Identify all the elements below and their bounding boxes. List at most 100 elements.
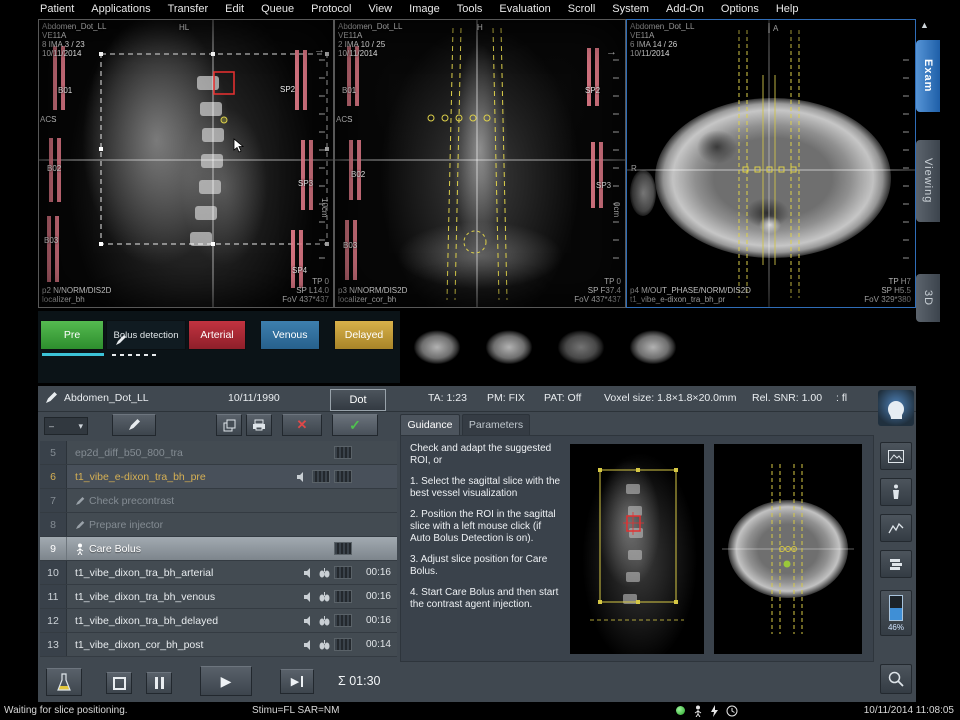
viewport-coronal[interactable]: Abdomen_Dot_LL VE11A 2 IMA 10 / 25 10/11… [334,19,626,308]
menu-scroll[interactable]: Scroll [568,3,596,15]
tab-parameters[interactable]: Parameters [462,414,530,435]
vp2-overlay-graphics [335,20,625,307]
phase-pre-button[interactable]: Pre [40,320,104,350]
cancel-step-button[interactable]: ✕ [282,414,322,436]
speaker-icon [304,640,315,650]
thumbnail-axial-2[interactable] [476,316,542,376]
tab-exam[interactable]: Exam [916,40,940,112]
thumbnail-axial-3[interactable] [548,316,614,376]
guidance-axial-image[interactable] [714,444,862,654]
image-display-button[interactable] [880,442,912,470]
row11-minibox-icon[interactable] [334,590,352,603]
tab-3d[interactable]: 3D [916,274,940,322]
pause-button[interactable] [146,672,172,694]
play-button[interactable]: ▶ [200,666,252,696]
edit-protocol-button[interactable] [112,414,156,436]
bolus-pencil-icon [114,333,128,347]
scroll-up-icon[interactable]: ▲ [920,20,929,30]
vp2-tp-label: TP 0 [604,277,621,286]
row6-minibox2-icon[interactable] [334,470,352,483]
head-icon [885,395,907,421]
body-position-button[interactable] [880,478,912,506]
dot-button[interactable]: Dot [330,389,386,411]
menu-options[interactable]: Options [721,3,759,15]
zoom-tool-button[interactable] [880,664,912,694]
queue-row-7[interactable]: 7 Check precontrast [40,489,397,513]
phase-delayed-button[interactable]: Delayed [334,320,394,350]
vp2-fov-label: FoV 437*437 [574,295,621,304]
vp1-processing-label: p2 N/NORM/DIS2D [42,286,111,295]
phase-arterial-button[interactable]: Arterial [188,320,246,350]
vp2-slice-label-b01: B01 [342,86,356,95]
queue-row-5[interactable]: 5 ep2d_diff_b50_800_tra [40,441,397,465]
row6-minibox-icon[interactable] [312,470,330,483]
vp3-sp-label: SP H5.5 [881,286,911,295]
head-coil-button[interactable] [878,390,914,426]
vp1-orientation-label: HL [179,23,189,32]
menu-view[interactable]: View [368,3,392,15]
apply-step-button[interactable]: ✓ [332,414,378,436]
queue-row-10[interactable]: 10 t1_vibe_dixon_tra_bh_arterial 00:16 [40,561,397,585]
row12-minibox-icon[interactable] [334,614,352,627]
stop-button[interactable] [106,672,132,694]
phase-venous-button[interactable]: Venous [260,320,320,350]
menu-protocol[interactable]: Protocol [311,3,351,15]
protocol-view-combo[interactable]: – ▾ [44,417,88,435]
guidance-intro: Check and adapt the suggested ROI, or [410,443,563,467]
vp2-pan-arrow-icon[interactable]: → [606,48,617,57]
menu-evaluation[interactable]: Evaluation [499,3,550,15]
patient-dob: 10/11/1990 [228,392,280,404]
menu-edit[interactable]: Edit [225,3,244,15]
tab-guidance[interactable]: Guidance [400,414,460,435]
vp1-pan-arrow-icon[interactable]: → [314,46,325,55]
rel-snr-value: Rel. SNR: 1.00 [752,392,822,404]
queue-row-12[interactable]: 12 t1_vibe_dixon_tra_bh_delayed 00:16 [40,609,397,633]
stack-icon [889,558,904,571]
queue-row-6[interactable]: 6 t1_vibe_e-dixon_tra_bh_pre [40,465,397,489]
thumbnail-axial-1[interactable] [404,316,470,376]
chevron-down-icon: ▾ [78,421,83,432]
thumbnail-axial-4[interactable] [620,316,686,376]
menu-image[interactable]: Image [409,3,440,15]
menu-tools[interactable]: Tools [457,3,483,15]
menu-queue[interactable]: Queue [261,3,294,15]
contrast-injection-button[interactable] [46,668,82,696]
vp3-date: 10/11/2014 [630,49,669,58]
vp1-slice-label-b01: B01 [58,86,72,95]
viewport-sagittal[interactable]: Abdomen_Dot_LL VE11A 8 IMA 3 / 23 10/11/… [38,19,334,308]
physio-chart-button[interactable] [880,514,912,542]
vp2-slice-label-b03: B03 [343,241,357,250]
row5-minibox-icon[interactable] [334,446,352,459]
skip-to-end-button[interactable]: ▶ [280,669,314,694]
queue-row-11[interactable]: 11 t1_vibe_dixon_tra_bh_venous 00:16 [40,585,397,609]
vp3-series-label: t1_vibe_e-dixon_tra_bh_pr [630,295,725,304]
menu-transfer[interactable]: Transfer [168,3,209,15]
menu-help[interactable]: Help [776,3,799,15]
vp1-series-label: localizer_bh [42,295,85,304]
guidance-sagittal-image[interactable] [570,444,704,654]
row10-minibox-icon[interactable] [334,566,352,579]
datetime-label: 10/11/2014 11:08:05 [864,705,954,716]
menu-applications[interactable]: Applications [91,3,150,15]
battery-percent: 46% [888,623,904,632]
vp1-slice-label-sp2: SP2 [280,85,295,94]
edit-exam-pencil-icon[interactable] [44,391,58,405]
series-stack-button[interactable] [880,550,912,578]
copy-button[interactable] [216,414,242,436]
menu-patient[interactable]: Patient [40,3,74,15]
queue-row-13[interactable]: 13 t1_vibe_dixon_cor_bh_post 00:14 [40,633,397,657]
vp2-patient-name: Abdomen_Dot_LL [338,22,403,31]
menu-addon[interactable]: Add-On [666,3,704,15]
queue-row-8[interactable]: 8 Prepare injector [40,513,397,537]
vp3-overlay-graphics [627,20,915,307]
tab-viewing[interactable]: Viewing [916,140,940,222]
viewport-axial[interactable]: Abdomen_Dot_LL VE11A 6 IMA 14 / 26 10/11… [626,19,916,308]
duplicate-button[interactable] [246,414,272,436]
pause-icon [155,677,164,689]
queue-row-9-care-bolus[interactable]: 9 Care Bolus [40,537,397,561]
row9-minibox-icon[interactable] [334,542,352,555]
magnifier-icon [888,671,904,687]
row13-minibox-icon[interactable] [334,638,352,651]
printer-icon [252,419,266,431]
menu-system[interactable]: System [612,3,649,15]
